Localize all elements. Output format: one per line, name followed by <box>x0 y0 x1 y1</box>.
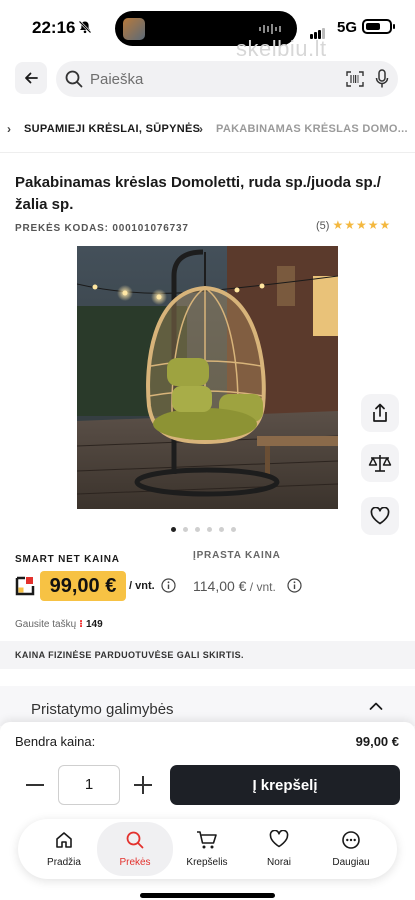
quantity-decrease-button[interactable] <box>15 765 55 805</box>
smart-price: 99,00 € <box>40 571 126 601</box>
audio-wave-icon <box>259 24 281 34</box>
barcode-scan-icon[interactable] <box>346 71 364 87</box>
cart-icon <box>197 831 217 849</box>
image-carousel-dots[interactable] <box>171 519 243 532</box>
nav-label: Pradžia <box>47 857 81 868</box>
battery-icon <box>362 19 395 34</box>
nav-label: Norai <box>267 857 291 868</box>
delivery-options-label: Pristatymo galimybės <box>31 701 174 718</box>
share-icon <box>373 403 387 422</box>
back-button[interactable] <box>15 62 47 94</box>
bottom-navigation: Pradžia Prekės Krepšelis Norai Daugiau <box>18 819 397 879</box>
nav-item-home[interactable]: Pradžia <box>26 819 102 879</box>
compare-button[interactable] <box>361 444 399 482</box>
chevron-right-icon: › <box>7 122 12 136</box>
breadcrumb-item-current: PAKABINAMAS KRĖSLAS DOMO... <box>216 123 408 135</box>
arrow-left-icon <box>25 72 38 84</box>
silent-bell-icon <box>78 20 92 37</box>
cart-bar: Bendra kaina: 99,00 € 1 Į krepšelį Pradž… <box>0 722 415 900</box>
points-icon: ⁝ <box>79 619 83 630</box>
hanging-chair-photo <box>77 246 338 509</box>
chevron-right-icon: › <box>199 122 204 136</box>
smart-price-unit: / vnt. <box>129 580 155 592</box>
carousel-dot[interactable] <box>195 527 200 532</box>
breadcrumb: › SUPAMIEJI KRĖSLAI, SŪPYNĖS › PAKABINAM… <box>0 116 415 146</box>
add-to-cart-button[interactable]: Į krepšelį <box>170 765 400 805</box>
share-button[interactable] <box>361 394 399 432</box>
product-code-label: PREKĖS KODAS: <box>15 223 109 234</box>
points-label: Gausite taškų <box>15 619 77 630</box>
product-code: PREKĖS KODAS: 000101076737 <box>15 223 189 234</box>
points-value: 149 <box>85 619 103 630</box>
product-title: Pakabinamas krėslas Domoletti, ruda sp./… <box>15 174 381 213</box>
carousel-dot[interactable] <box>171 527 176 532</box>
plus-icon <box>134 776 152 794</box>
more-icon <box>342 831 360 849</box>
home-indicator[interactable] <box>140 893 275 898</box>
loyalty-points: Gausite taškų ⁝ 149 <box>15 619 103 630</box>
smart-price-label: SMART NET KAINA <box>15 554 120 565</box>
product-image[interactable] <box>77 246 338 509</box>
rating-count: (5) <box>316 220 330 232</box>
info-icon[interactable] <box>287 578 302 593</box>
regular-price-label: ĮPRASTA KAINA <box>193 550 281 561</box>
quantity-input[interactable]: 1 <box>58 765 120 805</box>
carousel-dot[interactable] <box>219 527 224 532</box>
quantity-increase-button[interactable] <box>123 765 163 805</box>
product-code-value: 000101076737 <box>112 223 189 234</box>
nav-item-wishlist[interactable]: Norai <box>241 819 317 879</box>
product-page: 22:16 5G skelbiu.lt Paieška › SUPAMIEJI … <box>0 0 415 900</box>
minus-icon <box>26 784 44 786</box>
total-value: 99,00 € <box>355 734 399 749</box>
smart-net-logo <box>15 576 35 596</box>
now-playing-thumbnail <box>123 18 145 40</box>
nav-item-cart[interactable]: Krepšelis <box>169 819 245 879</box>
divider <box>0 152 415 153</box>
microphone-icon[interactable] <box>375 69 389 89</box>
scale-icon <box>368 455 392 472</box>
nav-item-products[interactable]: Prekės <box>97 822 173 876</box>
regular-price-value: 114,00 € <box>193 578 247 594</box>
heart-icon <box>370 507 390 525</box>
home-icon <box>56 832 72 848</box>
nav-label: Prekės <box>119 857 151 868</box>
battery-level <box>366 23 380 30</box>
info-icon[interactable] <box>161 578 176 593</box>
heart-icon <box>269 830 289 848</box>
search-input[interactable]: Paieška <box>90 71 143 88</box>
carousel-dot[interactable] <box>231 527 236 532</box>
status-bar: 22:16 5G skelbiu.lt <box>0 0 415 61</box>
carousel-dot[interactable] <box>183 527 188 532</box>
price-notice-text: KAINA FIZINĖSE PARDUOTUVĖSE GALI SKIRTIS… <box>15 650 244 660</box>
carousel-dot[interactable] <box>207 527 212 532</box>
wishlist-button[interactable] <box>361 497 399 535</box>
search-icon <box>65 70 83 88</box>
regular-price-unit: / vnt. <box>246 580 276 594</box>
search-icon <box>126 831 144 849</box>
network-type: 5G <box>337 19 358 36</box>
status-time: 22:16 <box>32 18 76 37</box>
nav-label: Daugiau <box>332 857 370 868</box>
nav-label: Krepšelis <box>186 857 228 868</box>
search-bar[interactable]: Paieška <box>56 61 398 97</box>
chevron-up-icon <box>369 702 383 710</box>
rating[interactable]: (5) ★★★★★ <box>316 218 391 232</box>
breadcrumb-item-category[interactable]: SUPAMIEJI KRĖSLAI, SŪPYNĖS <box>24 123 200 135</box>
total-label: Bendra kaina: <box>15 734 96 749</box>
watermark: skelbiu.lt <box>236 36 327 61</box>
price-notice: KAINA FIZINĖSE PARDUOTUVĖSE GALI SKIRTIS… <box>0 641 415 669</box>
rating-stars: ★★★★★ <box>332 218 392 232</box>
delivery-options-accordion[interactable]: Pristatymo galimybės <box>0 686 415 726</box>
nav-item-more[interactable]: Daugiau <box>313 819 389 879</box>
regular-price: 114,00 € / vnt. <box>193 578 276 594</box>
